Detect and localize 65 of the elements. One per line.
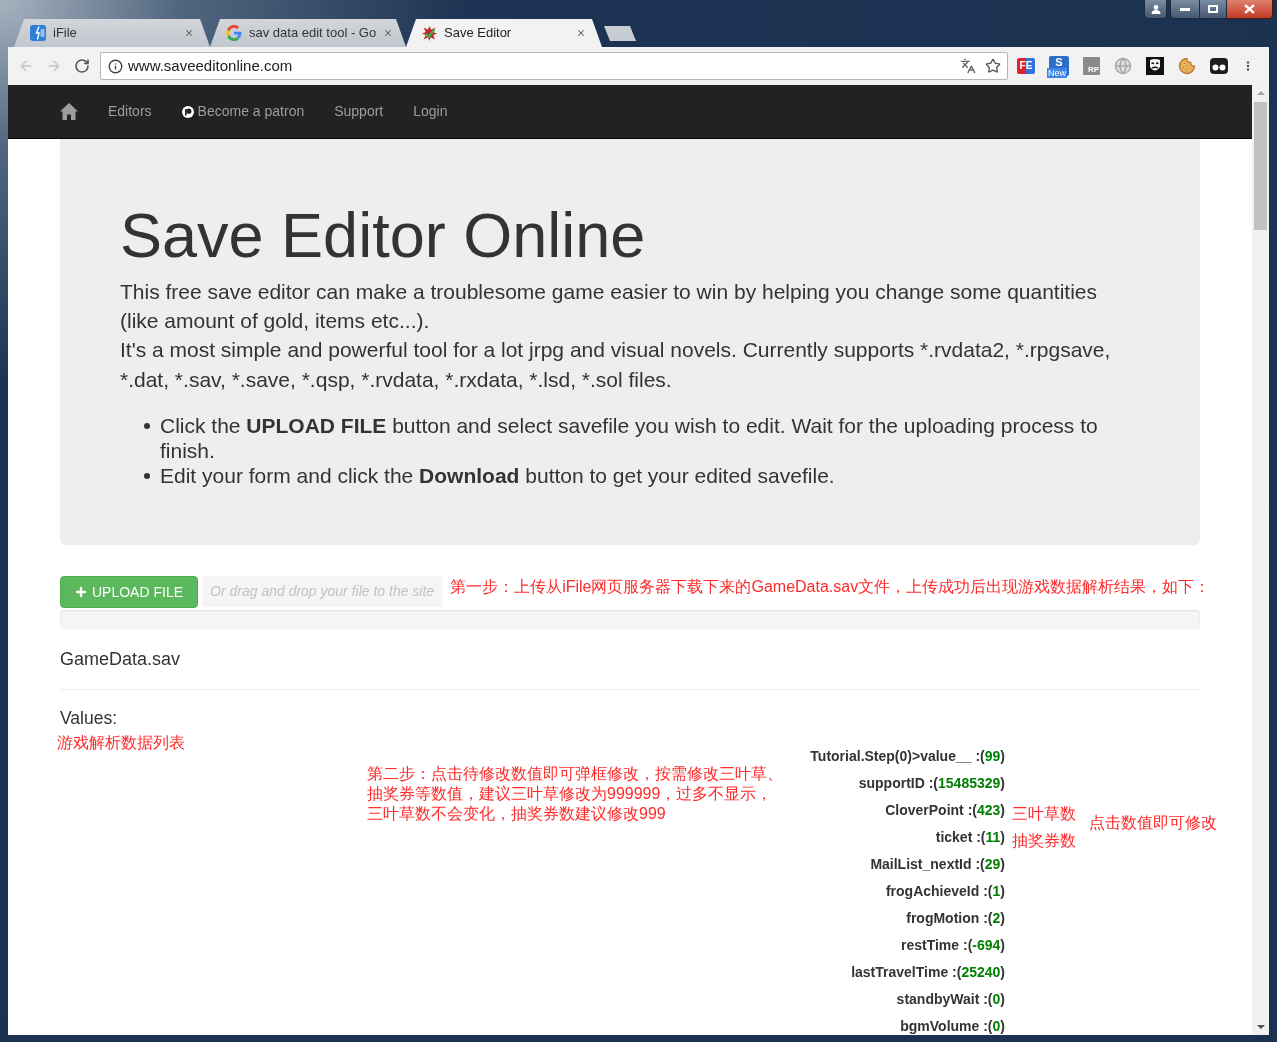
user-button[interactable] [1144, 0, 1167, 19]
extension-button[interactable]: S New [1049, 56, 1069, 76]
nav-link[interactable]: Become a patron [166, 101, 320, 122]
bullet-icon [144, 422, 150, 429]
values-heading: Values: [60, 707, 118, 731]
browser-tab[interactable]: Save Editor [406, 19, 602, 47]
p-logo-icon [181, 105, 194, 118]
value-entry[interactable]: supportID :(15485329) [858, 774, 1005, 792]
value-entry[interactable]: MailList_nextId :(29) [870, 855, 1005, 873]
new-tab-button[interactable] [604, 26, 636, 41]
maximize-icon [1208, 5, 1218, 13]
close-button[interactable] [1227, 0, 1273, 19]
file-name: GameData.sav [60, 648, 181, 672]
value-entry[interactable]: bgmVolume :(0) [900, 1017, 1005, 1035]
info-icon[interactable] [108, 58, 123, 74]
hero-paragraph: It's a most simple and powerful tool for a lot jrpg and visual novels. Currently supports *.rvdata2, *.rpgsave, *.dat, *.sav, *.save, *.qsp, *.rvdata, *.rxdata, *.lsd, *.sol files. [120, 337, 1112, 393]
scrollbar-thumb[interactable] [1254, 102, 1267, 230]
value-entry[interactable]: frogMotion :(2) [906, 909, 1005, 927]
extension-button[interactable]: FE [1017, 58, 1035, 74]
home-icon[interactable] [60, 103, 78, 120]
value-entry[interactable]: Tutorial.Step(0)>value__ :(99) [810, 747, 1005, 765]
cookie-icon[interactable] [1178, 57, 1196, 75]
value-entry[interactable]: ticket :(11) [935, 828, 1005, 846]
reload-icon[interactable] [74, 58, 90, 74]
splat-check-icon [422, 25, 437, 41]
field-note: 三叶草数 [1012, 803, 1076, 824]
maximize-button[interactable] [1199, 0, 1227, 19]
close-icon [1244, 4, 1255, 14]
g-logo-icon [226, 25, 242, 41]
value-entry[interactable]: standbyWait :(0) [896, 990, 1005, 1008]
click-hint-note: 点击数值即可修改 [1089, 813, 1217, 834]
minimize-icon [1180, 7, 1190, 11]
address-field[interactable]: www.saveeditonline.com [100, 52, 1008, 80]
close-tab-icon[interactable] [576, 28, 586, 38]
value-entry[interactable]: frogAchieveId :(1) [885, 882, 1005, 900]
mask-icon[interactable] [1146, 57, 1164, 75]
hero-paragraph: This free save editor can make a troublesome game easier to win by helping you change some quantities (like amount of gold, items etc...). [120, 278, 1099, 334]
step-text: Edit your form and click the Download button to get your edited savefile. [160, 462, 835, 488]
field-note: 抽奖券数 [1012, 830, 1076, 851]
step-text: Click the UPLOAD FILE button and select savefile you wish to edit. Wait for the uploading process to finish. [160, 412, 1099, 463]
minimize-button[interactable] [1170, 0, 1199, 19]
scrollbar[interactable] [1252, 85, 1269, 1035]
list-label-note: 游戏解析数据列表 [57, 733, 185, 754]
bullet-icon [144, 472, 150, 479]
plus-icon [74, 585, 88, 600]
nav-link[interactable]: Login [398, 101, 463, 122]
step-one-note: 第一步：上传从iFile网页服务器下载下来的GameData.sav文件，上传成功后出现游戏数据解析结果，如下： [450, 577, 1211, 598]
bookmark-star-icon[interactable] [985, 58, 1001, 74]
app-tile-icon [30, 25, 46, 41]
step-two-note: 第二步：点击待修改数值即可弹框修改，按需修改三叶草、 抽奖券等数值，建议三叶草修改为999999，过多不显示， 三叶草数不会变化，抽奖券数建议修改999 [367, 764, 783, 825]
glasses-icon[interactable] [1210, 58, 1228, 74]
close-tab-icon[interactable] [184, 28, 194, 38]
new-badge: New [1047, 68, 1067, 78]
browser-tab[interactable]: sav data edit tool - Go [210, 19, 406, 47]
value-entry[interactable]: restTime :(-694) [900, 936, 1005, 954]
user-icon [1150, 4, 1161, 14]
nav-link[interactable]: Editors [93, 101, 167, 122]
scroll-down-icon[interactable] [1256, 1025, 1265, 1029]
browser-tab[interactable]: iFile [14, 19, 210, 47]
value-entry[interactable]: lastTravelTime :(25240) [851, 963, 1005, 981]
nav-link[interactable]: Support [319, 101, 399, 122]
hero-title: Save Editor Online [120, 200, 647, 270]
translate-icon[interactable] [960, 58, 976, 74]
value-entry[interactable]: CloverPoint :(423) [885, 801, 1005, 819]
close-tab-icon[interactable] [383, 28, 394, 38]
